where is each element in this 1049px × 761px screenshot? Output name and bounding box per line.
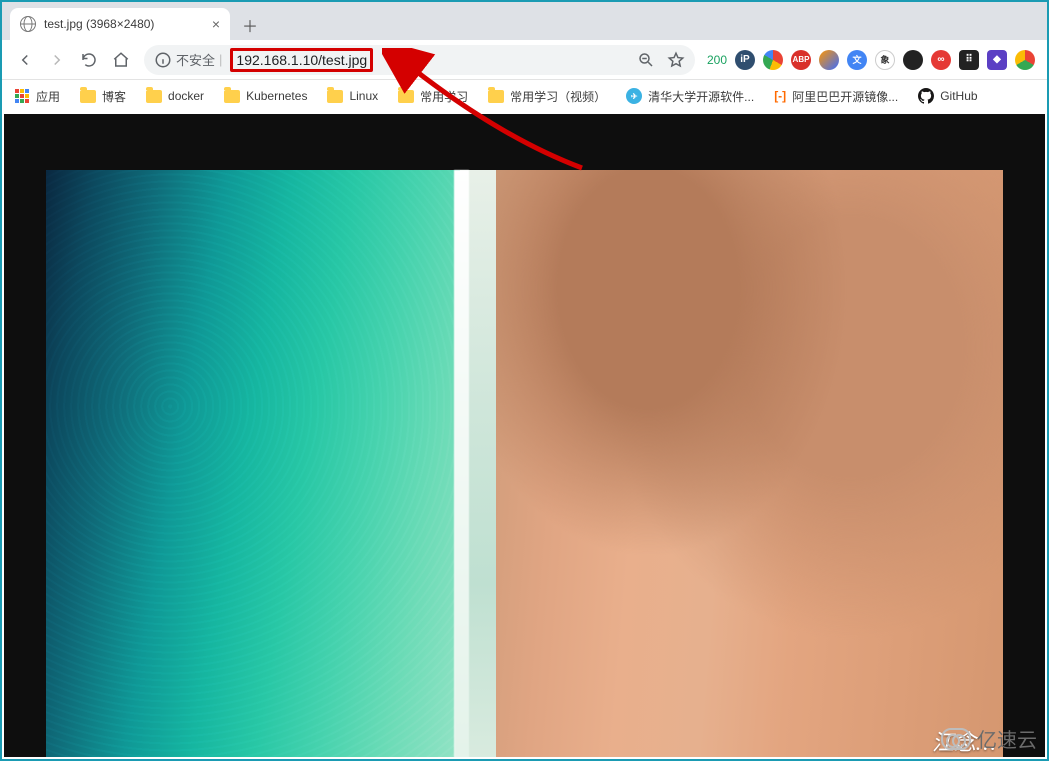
apps-button[interactable]: 应用 bbox=[14, 88, 60, 105]
bookmark-study2[interactable]: 常用学习（视频） bbox=[488, 88, 606, 105]
chrome-icon[interactable] bbox=[1015, 50, 1035, 70]
page-watermark: 亿速云 bbox=[941, 724, 1037, 753]
displayed-image[interactable]: 江念… bbox=[46, 170, 1004, 757]
watermark-logo-icon bbox=[941, 728, 971, 750]
bookmark-kubernetes[interactable]: Kubernetes bbox=[224, 89, 307, 103]
folder-icon bbox=[327, 90, 343, 103]
folder-icon bbox=[488, 90, 504, 103]
content-viewport: 江念… bbox=[4, 114, 1045, 757]
home-button[interactable] bbox=[106, 45, 136, 75]
security-label: 不安全 bbox=[176, 50, 215, 69]
sep: | bbox=[219, 52, 222, 67]
bookmark-label: 常用学习 bbox=[420, 88, 468, 105]
tsinghua-icon: ✈ bbox=[626, 88, 642, 104]
image-sea-region bbox=[46, 170, 461, 757]
new-tab-button[interactable]: ＋ bbox=[230, 10, 270, 40]
url-highlighted: 192.168.1.10/test.jpg bbox=[230, 48, 373, 72]
adblock-icon[interactable]: ABP bbox=[791, 50, 811, 70]
bookmark-tsinghua[interactable]: ✈ 清华大学开源软件... bbox=[626, 88, 754, 105]
extensions-area: 200 iP ABP 文 象 ∞ ⠿ ◆ bbox=[703, 50, 1039, 70]
apps-icon bbox=[14, 88, 30, 104]
aliyun-icon: [-] bbox=[774, 89, 786, 103]
dice-icon[interactable]: ⠿ bbox=[959, 50, 979, 70]
infinity-icon[interactable]: ∞ bbox=[931, 50, 951, 70]
reload-button[interactable] bbox=[74, 45, 104, 75]
bookmark-github[interactable]: GitHub bbox=[918, 88, 977, 104]
bookmark-label: docker bbox=[168, 89, 204, 103]
folder-icon bbox=[398, 90, 414, 103]
folder-icon bbox=[146, 90, 162, 103]
close-tab-button[interactable]: × bbox=[212, 16, 220, 32]
address-field[interactable]: 不安全 | 192.168.1.10/test.jpg bbox=[144, 45, 695, 75]
bookmark-label: GitHub bbox=[940, 89, 977, 103]
bookmark-blog[interactable]: 博客 bbox=[80, 88, 126, 105]
folder-icon bbox=[80, 90, 96, 103]
image-sand-region: 江念… bbox=[496, 170, 1003, 757]
bookmark-docker[interactable]: docker bbox=[146, 89, 204, 103]
bookmark-label: 博客 bbox=[102, 88, 126, 105]
bookmark-study1[interactable]: 常用学习 bbox=[398, 88, 468, 105]
evernote-icon[interactable]: 象 bbox=[875, 50, 895, 70]
star-icon[interactable] bbox=[667, 51, 685, 69]
info-icon bbox=[154, 51, 172, 69]
ip-icon[interactable]: iP bbox=[735, 50, 755, 70]
status-code-badge: 200 bbox=[707, 53, 727, 67]
bookmark-linux[interactable]: Linux bbox=[327, 89, 378, 103]
wheel-icon[interactable] bbox=[903, 50, 923, 70]
bookmark-label: Kubernetes bbox=[246, 89, 307, 103]
firefox-icon[interactable] bbox=[819, 50, 839, 70]
bookmark-label: Linux bbox=[349, 89, 378, 103]
diamond-icon[interactable]: ◆ bbox=[987, 50, 1007, 70]
folder-icon bbox=[224, 90, 240, 103]
bookmarks-bar: 应用 博客 docker Kubernetes Linux 常用学习 常用学习（… bbox=[2, 80, 1047, 112]
bookmark-label: 阿里巴巴开源镜像... bbox=[792, 88, 898, 105]
toolbar: 不安全 | 192.168.1.10/test.jpg 200 iP ABP 文… bbox=[2, 40, 1047, 80]
active-tab[interactable]: test.jpg (3968×2480) × bbox=[10, 8, 230, 40]
bookmark-label: 清华大学开源软件... bbox=[648, 88, 754, 105]
back-button[interactable] bbox=[10, 45, 40, 75]
forward-button[interactable] bbox=[42, 45, 72, 75]
zoom-icon[interactable] bbox=[637, 51, 655, 69]
site-info-button[interactable]: 不安全 | bbox=[154, 50, 222, 69]
tab-title: test.jpg (3968×2480) bbox=[44, 17, 154, 31]
opera-icon[interactable] bbox=[763, 50, 783, 70]
bookmark-label: 常用学习（视频） bbox=[510, 88, 606, 105]
bookmark-aliyun[interactable]: [-] 阿里巴巴开源镜像... bbox=[774, 88, 898, 105]
apps-label: 应用 bbox=[36, 88, 60, 105]
globe-icon bbox=[20, 16, 36, 32]
translate-icon[interactable]: 文 bbox=[847, 50, 867, 70]
watermark-text: 亿速云 bbox=[977, 724, 1037, 753]
url-display: 192.168.1.10/test.jpg bbox=[230, 52, 373, 68]
image-foam-region bbox=[460, 170, 496, 757]
github-icon bbox=[918, 88, 934, 104]
tab-strip: test.jpg (3968×2480) × ＋ bbox=[2, 2, 1047, 40]
